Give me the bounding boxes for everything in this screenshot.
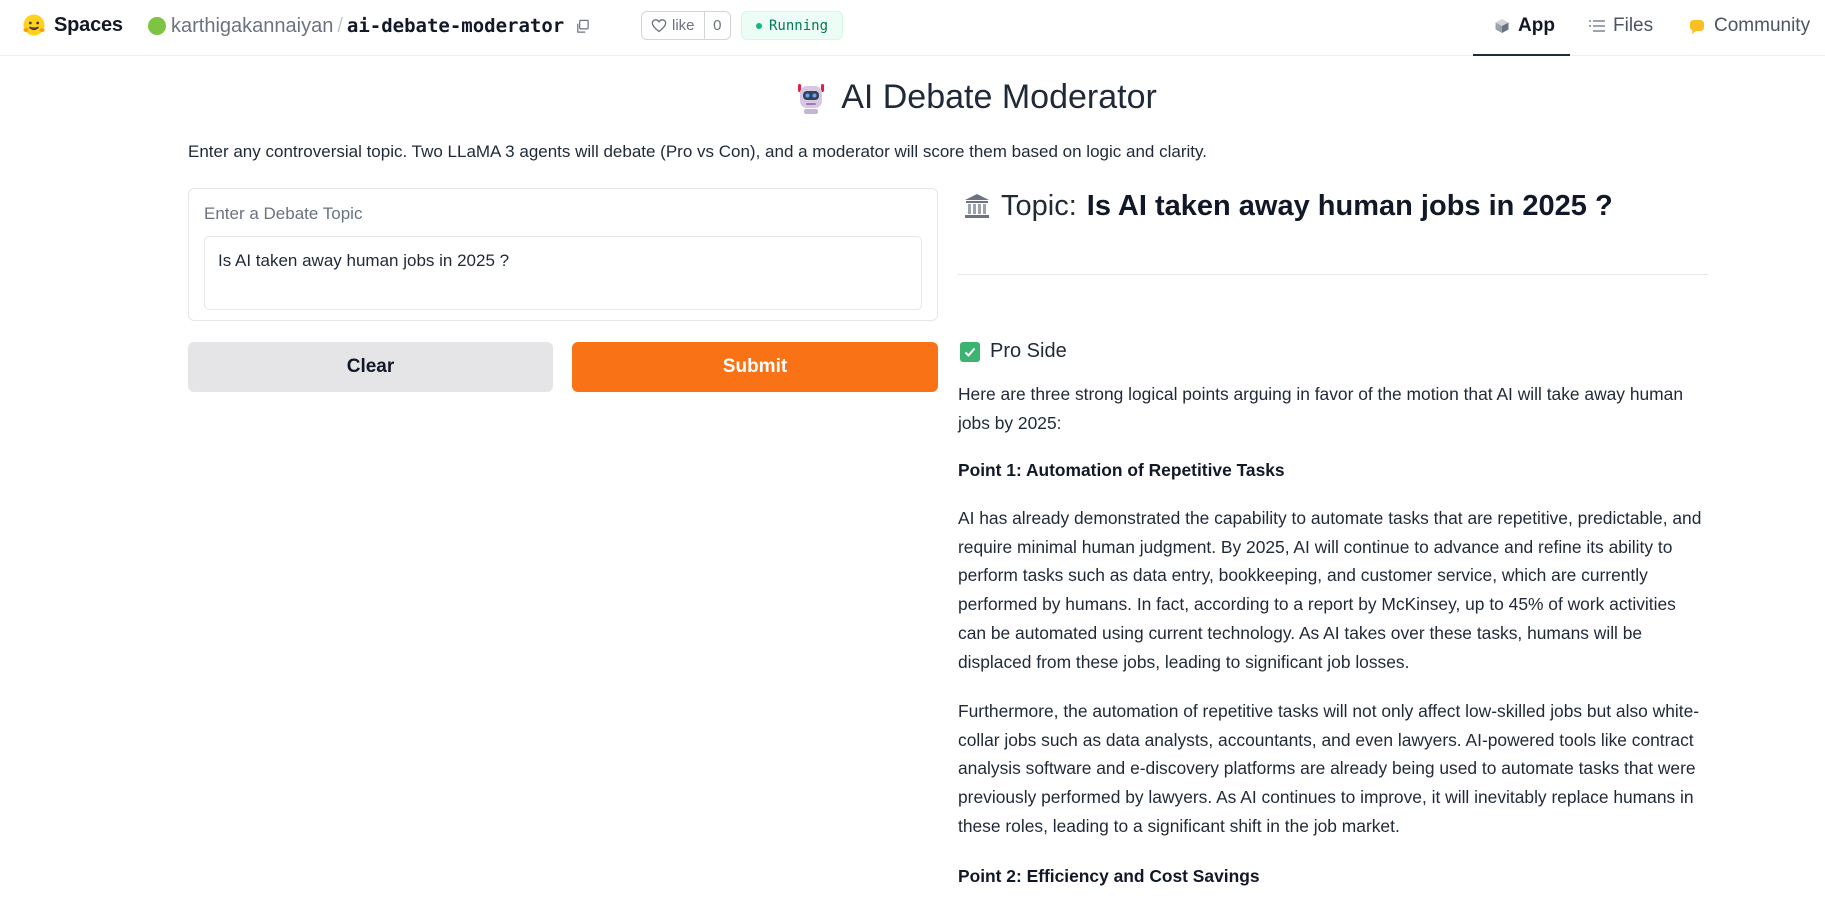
like-label: like xyxy=(672,17,695,34)
repo-name-link[interactable]: ai-debate-moderator xyxy=(347,15,564,37)
tab-app-label: App xyxy=(1518,15,1555,36)
like-count: 0 xyxy=(713,17,722,34)
spaces-label: Spaces xyxy=(54,13,123,36)
tab-app[interactable]: App xyxy=(1494,13,1555,39)
clear-button[interactable]: Clear xyxy=(188,342,553,392)
active-tab-indicator xyxy=(1473,54,1570,56)
topic-heading: Topic: Is AI taken away human jobs in 20… xyxy=(958,186,1708,226)
status-text: Running xyxy=(769,17,829,34)
check-mark-icon xyxy=(960,341,980,362)
cube-icon xyxy=(1495,19,1509,33)
top-navigation-bar: Spaces karthigakannaiyan / ai-debate-mod… xyxy=(0,0,1825,56)
topic-input-card: Enter a Debate Topic Is AI taken away hu… xyxy=(188,188,938,321)
topic-input[interactable]: Is AI taken away human jobs in 2025 ? xyxy=(204,236,922,310)
tab-files[interactable]: Files xyxy=(1589,13,1653,39)
tab-community-label: Community xyxy=(1714,15,1811,36)
owner-link[interactable]: karthigakannaiyan xyxy=(171,15,333,38)
topic-value: Is AI taken away human jobs in 2025 ? xyxy=(1086,189,1613,222)
pro-side-label: Pro Side xyxy=(990,340,1067,362)
topic-input-label: Enter a Debate Topic xyxy=(204,204,363,223)
point-1-followup-paragraph: Furthermore, the automation of repetitiv… xyxy=(958,701,1700,836)
heart-icon xyxy=(651,19,667,33)
point-1-heading: Point 1: Automation of Repetitive Tasks xyxy=(958,460,1285,480)
page-title: AI Debate Moderator xyxy=(0,78,1825,117)
tab-files-label: Files xyxy=(1613,15,1654,36)
tab-community[interactable]: Community xyxy=(1688,13,1810,39)
owner-avatar xyxy=(148,17,166,35)
divider xyxy=(958,274,1708,275)
pro-intro-paragraph: Here are three strong logical points arg… xyxy=(958,384,1684,433)
submit-button[interactable]: Submit xyxy=(572,342,938,392)
status-dot-icon xyxy=(756,22,762,29)
topic-prefix: Topic: xyxy=(1001,189,1077,222)
app-description: Enter any controversial topic. Two LLaMA… xyxy=(188,142,1207,161)
spaces-home-link[interactable]: Spaces xyxy=(22,13,123,37)
copy-icon[interactable] xyxy=(575,19,590,34)
point-1-paragraph: AI has already demonstrated the capabili… xyxy=(958,508,1702,672)
classical-building-icon xyxy=(965,194,989,218)
community-icon xyxy=(1690,19,1704,34)
status-badge: Running xyxy=(741,11,843,40)
breadcrumb-separator: / xyxy=(337,14,343,37)
breadcrumb: karthigakannaiyan / ai-debate-moderator xyxy=(148,13,590,39)
debate-output: Topic: Is AI taken away human jobs in 20… xyxy=(958,186,1708,886)
files-icon xyxy=(1589,20,1605,32)
robot-icon xyxy=(798,83,825,114)
pro-side-heading: Pro Side xyxy=(960,340,1067,363)
like-button[interactable]: like 0 xyxy=(641,11,731,40)
page-title-text: AI Debate Moderator xyxy=(841,78,1157,116)
hugging-face-logo-icon xyxy=(23,14,45,36)
point-2-heading: Point 2: Efficiency and Cost Savings xyxy=(958,866,1260,886)
